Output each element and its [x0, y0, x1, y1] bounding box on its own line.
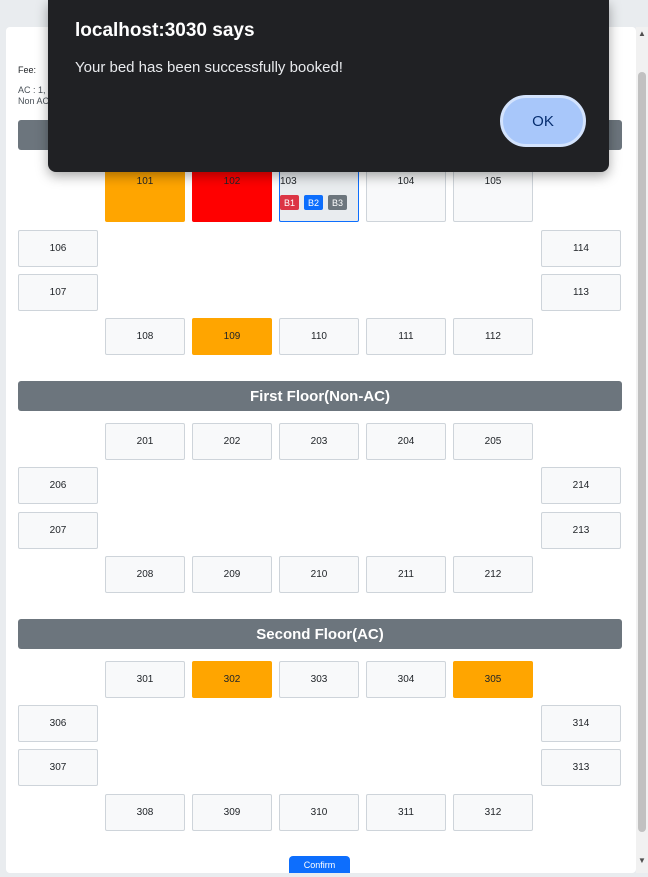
- room-203[interactable]: 203: [279, 423, 359, 460]
- alert-dialog: localhost:3030 says Your bed has been su…: [48, 0, 609, 172]
- room-102[interactable]: 102: [192, 170, 272, 222]
- room-109[interactable]: 109: [192, 318, 272, 355]
- room-108[interactable]: 108: [105, 318, 185, 355]
- room-112[interactable]: 112: [453, 318, 533, 355]
- room-201[interactable]: 201: [105, 423, 185, 460]
- room-114[interactable]: 114: [541, 230, 621, 267]
- scroll-up-arrow-icon[interactable]: ▲: [638, 29, 646, 38]
- room-111[interactable]: 111: [366, 318, 446, 355]
- fee-ac: AC : 1,: [18, 85, 46, 95]
- room-311[interactable]: 311: [366, 794, 446, 831]
- bed-b1-button[interactable]: B1: [280, 195, 299, 210]
- fee-non-ac: Non AC: [18, 96, 50, 106]
- room-212[interactable]: 212: [453, 556, 533, 593]
- room-110[interactable]: 110: [279, 318, 359, 355]
- room-105[interactable]: 105: [453, 170, 533, 222]
- room-104[interactable]: 104: [366, 170, 446, 222]
- room-103-label: 103: [280, 176, 297, 187]
- room-312[interactable]: 312: [453, 794, 533, 831]
- room-209[interactable]: 209: [192, 556, 272, 593]
- room-211[interactable]: 211: [366, 556, 446, 593]
- room-305[interactable]: 305: [453, 661, 533, 698]
- room-303[interactable]: 303: [279, 661, 359, 698]
- bed-list: B1 B2 B3: [280, 195, 347, 210]
- room-308[interactable]: 308: [105, 794, 185, 831]
- room-103[interactable]: 103 B1 B2 B3: [279, 170, 359, 222]
- alert-message: Your bed has been successfully booked!: [75, 59, 343, 76]
- room-214[interactable]: 214: [541, 467, 621, 504]
- scrollbar-thumb[interactable]: [638, 72, 646, 832]
- ok-button[interactable]: OK: [500, 95, 586, 147]
- room-306[interactable]: 306: [18, 705, 98, 742]
- scroll-down-arrow-icon[interactable]: ▼: [638, 856, 646, 865]
- room-204[interactable]: 204: [366, 423, 446, 460]
- room-208[interactable]: 208: [105, 556, 185, 593]
- room-313[interactable]: 313: [541, 749, 621, 786]
- room-113[interactable]: 113: [541, 274, 621, 311]
- confirm-button[interactable]: Confirm: [289, 856, 350, 873]
- room-205[interactable]: 205: [453, 423, 533, 460]
- bed-b3-button[interactable]: B3: [328, 195, 347, 210]
- room-107[interactable]: 107: [18, 274, 98, 311]
- room-304[interactable]: 304: [366, 661, 446, 698]
- second-floor-header: Second Floor(AC): [18, 619, 622, 649]
- room-207[interactable]: 207: [18, 512, 98, 549]
- room-310[interactable]: 310: [279, 794, 359, 831]
- first-floor-header: First Floor(Non-AC): [18, 381, 622, 411]
- room-309[interactable]: 309: [192, 794, 272, 831]
- room-202[interactable]: 202: [192, 423, 272, 460]
- room-314[interactable]: 314: [541, 705, 621, 742]
- room-206[interactable]: 206: [18, 467, 98, 504]
- room-210[interactable]: 210: [279, 556, 359, 593]
- fee-label: Fee:: [18, 65, 37, 75]
- room-106[interactable]: 106: [18, 230, 98, 267]
- alert-title: localhost:3030 says: [75, 20, 255, 41]
- room-101[interactable]: 101: [105, 170, 185, 222]
- room-301[interactable]: 301: [105, 661, 185, 698]
- fee-details: AC : 1, Non AC: [18, 85, 49, 107]
- room-307[interactable]: 307: [18, 749, 98, 786]
- room-213[interactable]: 213: [541, 512, 621, 549]
- bed-b2-button[interactable]: B2: [304, 195, 323, 210]
- room-302[interactable]: 302: [192, 661, 272, 698]
